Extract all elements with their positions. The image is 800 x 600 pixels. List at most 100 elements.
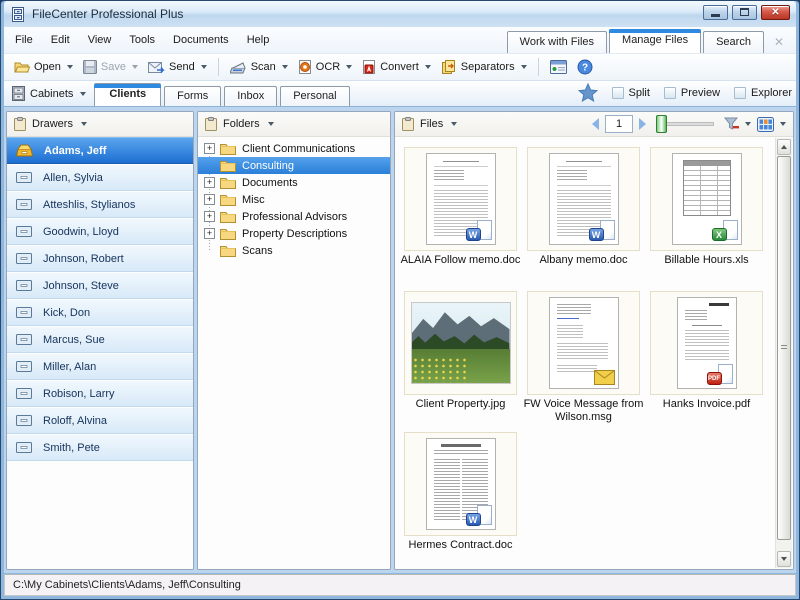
menu-edit[interactable]: Edit xyxy=(44,32,77,48)
menu-documents[interactable]: Documents xyxy=(166,32,236,48)
file-thumbnail[interactable]: PDF xyxy=(650,291,763,395)
files-scrollbar[interactable] xyxy=(775,138,792,568)
minimize-button[interactable] xyxy=(703,4,728,20)
cabinets-dropdown-icon[interactable] xyxy=(80,91,87,96)
file-thumbnail[interactable]: W xyxy=(404,147,517,251)
convert-dropdown-icon[interactable] xyxy=(424,65,431,69)
filter-dropdown-icon[interactable] xyxy=(745,122,751,126)
expand-icon[interactable]: + xyxy=(204,143,215,154)
send-button[interactable]: Send xyxy=(144,59,211,76)
explorer-toggle[interactable]: Explorer xyxy=(734,86,792,99)
menu-tools[interactable]: Tools xyxy=(122,32,162,48)
drawers-dropdown-icon[interactable] xyxy=(80,122,87,126)
folder-row[interactable]: Scans xyxy=(198,242,390,259)
folder-row[interactable]: + Property Descriptions xyxy=(198,225,390,242)
cabinets-button[interactable]: Cabinets xyxy=(8,82,94,106)
maximize-button[interactable] xyxy=(732,4,757,20)
preview-toggle[interactable]: Preview xyxy=(663,86,720,99)
drawer-row[interactable]: Atteshlis, Stylianos xyxy=(7,191,193,218)
file-item[interactable]: X Billable Hours.xls xyxy=(645,147,768,267)
file-item[interactable]: Client Property.jpg xyxy=(399,291,522,411)
ocr-button[interactable]: OCR xyxy=(294,58,356,76)
drawer-row[interactable]: Allen, Sylvia xyxy=(7,164,193,191)
explorer-checkbox[interactable] xyxy=(734,86,747,99)
cabinet-tab-personal[interactable]: Personal xyxy=(280,86,350,106)
folders-pane-header[interactable]: Folders xyxy=(198,112,390,137)
view-mode-icon[interactable] xyxy=(757,116,774,132)
page-number-input[interactable]: 1 xyxy=(605,115,633,133)
drawer-row[interactable]: Marcus, Sue xyxy=(7,326,193,353)
file-thumbnail[interactable] xyxy=(404,291,517,395)
drawer-row[interactable]: Miller, Alan xyxy=(7,353,193,380)
scroll-up-button[interactable] xyxy=(777,139,791,155)
close-button[interactable]: ✕ xyxy=(761,4,790,20)
convert-button[interactable]: Convert xyxy=(358,58,435,76)
view-mode-dropdown-icon[interactable] xyxy=(780,122,786,126)
split-checkbox[interactable] xyxy=(611,86,624,99)
folders-dropdown-icon[interactable] xyxy=(267,122,274,126)
scroll-down-button[interactable] xyxy=(777,551,791,567)
folder-row[interactable]: + Misc xyxy=(198,191,390,208)
open-button[interactable]: Open xyxy=(10,58,77,76)
file-item[interactable]: PDF Hanks Invoice.pdf xyxy=(645,291,768,411)
drawer-row[interactable]: Johnson, Steve xyxy=(7,272,193,299)
scan-button[interactable]: Scan xyxy=(226,59,292,76)
file-item[interactable]: W Hermes Contract.doc xyxy=(399,432,522,552)
menu-help[interactable]: Help xyxy=(240,32,277,48)
drawer-row[interactable]: Goodwin, Lloyd xyxy=(7,218,193,245)
cabinet-tab-clients[interactable]: Clients xyxy=(94,83,162,106)
menu-view[interactable]: View xyxy=(81,32,119,48)
favorites-star-icon[interactable] xyxy=(577,83,598,102)
preview-window-button[interactable] xyxy=(546,58,571,76)
next-page-icon[interactable] xyxy=(639,118,646,130)
help-button[interactable]: ? xyxy=(573,57,597,77)
file-name[interactable]: Albany memo.doc xyxy=(522,254,645,267)
cabinet-tab-inbox[interactable]: Inbox xyxy=(224,86,278,106)
folder-row[interactable]: + Professional Advisors xyxy=(198,208,390,225)
folder-row[interactable]: + Client Communications xyxy=(198,140,390,157)
file-thumbnail[interactable]: W xyxy=(404,432,517,536)
file-name[interactable]: Hanks Invoice.pdf xyxy=(645,398,768,411)
separators-dropdown-icon[interactable] xyxy=(520,65,527,69)
slider-handle[interactable] xyxy=(656,115,667,133)
drawer-row[interactable]: Roloff, Alvina xyxy=(7,407,193,434)
save-dropdown-icon[interactable] xyxy=(132,65,138,69)
drawer-row[interactable]: Robison, Larry xyxy=(7,380,193,407)
preview-checkbox[interactable] xyxy=(663,86,676,99)
separators-button[interactable]: Separators xyxy=(437,58,531,76)
drawer-row[interactable]: Smith, Pete xyxy=(7,434,193,461)
file-thumbnail[interactable]: W xyxy=(527,147,640,251)
drawer-row[interactable]: Johnson, Robert xyxy=(7,245,193,272)
file-name[interactable]: ALAIA Follow memo.doc xyxy=(399,254,522,267)
folder-row[interactable]: + Documents xyxy=(198,174,390,191)
previous-page-icon[interactable] xyxy=(592,118,599,130)
save-button[interactable]: Save xyxy=(79,58,142,76)
ocr-dropdown-icon[interactable] xyxy=(346,65,353,69)
file-item[interactable]: W Albany memo.doc xyxy=(522,147,645,267)
files-dropdown-icon[interactable] xyxy=(451,122,458,126)
expand-icon[interactable]: + xyxy=(204,177,215,188)
cabinet-tab-forms[interactable]: Forms xyxy=(164,86,222,106)
file-thumbnail[interactable]: X xyxy=(650,147,763,251)
thumbnail-size-slider[interactable] xyxy=(656,115,714,133)
expand-icon[interactable]: + xyxy=(204,194,215,205)
drawer-row[interactable]: Kick, Don xyxy=(7,299,193,326)
expand-icon[interactable]: + xyxy=(204,211,215,222)
menu-file[interactable]: File xyxy=(8,32,40,48)
tab-close-icon[interactable]: ✕ xyxy=(766,35,792,53)
file-name[interactable]: Hermes Contract.doc xyxy=(399,539,522,552)
title-bar[interactable]: FileCenter Professional Plus ✕ xyxy=(4,1,796,27)
scan-dropdown-icon[interactable] xyxy=(281,65,288,69)
drawer-row-selected[interactable]: Adams, Jeff xyxy=(7,137,193,164)
expand-icon[interactable]: + xyxy=(204,228,215,239)
send-dropdown-icon[interactable] xyxy=(200,65,207,69)
filter-icon[interactable] xyxy=(724,117,739,131)
drawers-pane-header[interactable]: Drawers xyxy=(7,112,193,137)
tab-work-with-files[interactable]: Work with Files xyxy=(506,31,608,53)
file-item[interactable]: W ALAIA Follow memo.doc xyxy=(399,147,522,267)
tab-manage-files[interactable]: Manage Files xyxy=(609,29,702,53)
open-dropdown-icon[interactable] xyxy=(66,65,73,69)
folder-row-selected[interactable]: Consulting xyxy=(198,157,390,174)
file-item[interactable]: FW Voice Message from Wilson.msg xyxy=(522,291,645,424)
scrollbar-thumb[interactable] xyxy=(777,156,791,540)
